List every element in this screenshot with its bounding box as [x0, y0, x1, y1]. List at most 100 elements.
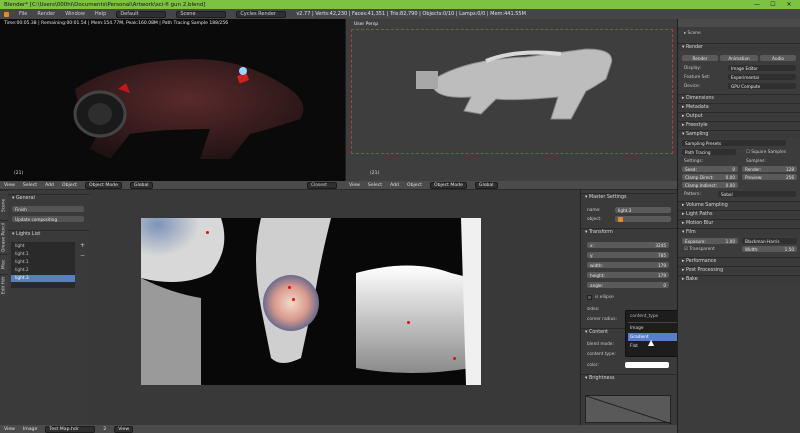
dropdown-option-flat[interactable]: Flat [630, 344, 638, 349]
menu-file[interactable]: File [19, 11, 27, 17]
tab-grease-pencil[interactable]: Grease Pencil [0, 220, 8, 254]
menu-add[interactable]: Add [45, 183, 54, 188]
exposure-field[interactable]: Exposure: 1.00 [682, 238, 738, 244]
light-marker[interactable] [292, 298, 295, 301]
menu-help[interactable]: Help [95, 11, 106, 17]
menu-select-right[interactable]: Select [368, 183, 382, 188]
menu-select[interactable]: Select [23, 183, 37, 188]
transform-header[interactable]: ▾ Transform [581, 228, 677, 236]
width-field[interactable]: width: 179 [587, 262, 669, 268]
dropdown-option-gradient[interactable]: Gradient [630, 335, 649, 340]
render-header[interactable]: ▾ Render [678, 43, 800, 51]
view-select[interactable]: View [114, 425, 134, 433]
angle-field[interactable]: angle: 0 [587, 282, 669, 288]
finish-button[interactable]: Finish [12, 206, 84, 212]
mode-select[interactable]: Object Mode [84, 181, 122, 189]
close-button[interactable]: ✕ [782, 0, 796, 9]
output-header[interactable]: ▸ Output [678, 112, 800, 120]
light-marker[interactable] [407, 321, 410, 324]
feature-set-select[interactable]: Experimental [728, 74, 796, 80]
maximize-button[interactable]: ☐ [766, 0, 780, 9]
post-processing-header[interactable]: ▸ Post Processing [678, 266, 800, 274]
lights-list[interactable]: light light.1 light.1 light.2 light.3 [11, 242, 75, 288]
dropdown-option-image[interactable]: Image [630, 326, 643, 331]
x-field[interactable]: x: 3245 [587, 242, 669, 248]
filter-width-field[interactable]: Width: 1.50 [742, 246, 797, 252]
menu-view-right[interactable]: View [349, 183, 360, 188]
image-select[interactable]: Test Map.hdr [45, 425, 96, 433]
layout-select[interactable]: Default [116, 10, 167, 18]
volume-sampling-header[interactable]: ▸ Volume Sampling [678, 201, 800, 209]
viewport-right[interactable]: User Persp (21) [345, 19, 677, 181]
is-ellipse-checkbox[interactable] [587, 295, 592, 300]
square-samples-checkbox[interactable]: ☐ Square Samples [746, 150, 786, 155]
scene-select[interactable]: Scene [176, 10, 227, 18]
viewport-left[interactable]: Time:00:05.38 | Remaining:00:01.54 | Mem… [0, 19, 345, 181]
path-tracing-select[interactable]: Path Tracing [682, 149, 736, 155]
seed-field[interactable]: Seed: 0 [682, 166, 738, 172]
menu-object-right[interactable]: Object [407, 183, 422, 188]
dimensions-header[interactable]: ▸ Dimensions [678, 94, 800, 102]
sampling-header[interactable]: ▾ Sampling [678, 130, 800, 138]
engine-select[interactable]: Cycles Render [236, 10, 287, 18]
clamp-direct-field[interactable]: Clamp Direct: 0.00 [682, 174, 738, 180]
bake-header[interactable]: ▸ Bake [678, 275, 800, 283]
menu-add-right[interactable]: Add [390, 183, 399, 188]
animation-button[interactable]: Animation [720, 55, 758, 61]
list-item[interactable]: light.2 [15, 268, 29, 273]
motion-blur-header[interactable]: ▸ Motion Blur [678, 219, 800, 227]
clamp-indirect-field[interactable]: Clamp Indirect: 0.00 [682, 182, 738, 188]
remove-light-icon[interactable]: − [80, 252, 85, 259]
menu-view-image[interactable]: View [4, 427, 15, 432]
menu-view[interactable]: View [4, 183, 15, 188]
y-field[interactable]: y: 785 [587, 252, 669, 258]
light-marker[interactable] [206, 231, 209, 234]
menu-object[interactable]: Object [62, 183, 77, 188]
device-select[interactable]: GPU Compute [728, 83, 796, 89]
light-marker[interactable] [453, 357, 456, 360]
tab-scene[interactable]: Scene [0, 190, 8, 220]
freestyle-header[interactable]: ▸ Freestyle [678, 121, 800, 129]
update-compositing-button[interactable]: Update compositing [12, 216, 84, 222]
general-header[interactable]: ▾ General [8, 194, 90, 202]
menu-render[interactable]: Render [37, 11, 55, 17]
color-swatch[interactable] [625, 362, 669, 368]
audio-button[interactable]: Audio [760, 55, 796, 61]
brightness-curve[interactable] [585, 395, 673, 425]
height-field[interactable]: height: 179 [587, 272, 669, 278]
add-light-icon[interactable]: + [80, 242, 85, 249]
render-button[interactable]: Render [682, 55, 718, 61]
minimize-button[interactable]: — [750, 0, 764, 9]
light-marker[interactable] [288, 286, 291, 289]
list-item[interactable]: light.3 [15, 276, 29, 281]
orientation-select-right[interactable]: Global [474, 181, 498, 189]
slot-number[interactable]: 2 [103, 427, 106, 432]
transparent-checkbox[interactable]: ☑ Transparent [684, 247, 715, 252]
orientation-select[interactable]: Global [129, 181, 153, 189]
lights-list-header[interactable]: ▾ Lights List [8, 230, 90, 238]
tab-misc[interactable]: Misc [0, 254, 8, 274]
metadata-header[interactable]: ▸ Metadata [678, 103, 800, 111]
image-editor[interactable] [90, 190, 580, 425]
list-item[interactable]: light [15, 244, 25, 249]
list-item[interactable]: light.1 [15, 260, 29, 265]
preview-samples-field[interactable]: Preview: 256 [742, 174, 797, 180]
name-field[interactable]: light.3 [615, 207, 671, 213]
master-settings-header[interactable]: ▾ Master Settings [581, 193, 677, 201]
render-samples-field[interactable]: Render: 128 [742, 166, 797, 172]
menu-window[interactable]: Window [65, 11, 85, 17]
tab-edit-hdr[interactable]: Edit Hdr [0, 274, 8, 296]
filter-type-select[interactable]: Blackman-Harris [742, 238, 797, 244]
brightness-header[interactable]: ▾ Brightness [581, 374, 677, 382]
performance-header[interactable]: ▸ Performance [678, 257, 800, 265]
sampling-presets-select[interactable]: Sampling Presets [682, 140, 786, 146]
pattern-select[interactable]: Sobol [718, 191, 796, 197]
mode-select-right[interactable]: Object Mode [429, 181, 467, 189]
list-item[interactable]: light.1 [15, 252, 29, 257]
film-header[interactable]: ▾ Film [678, 228, 800, 236]
object-field[interactable] [615, 216, 671, 222]
light-paths-header[interactable]: ▸ Light Paths [678, 210, 800, 218]
shading-select[interactable]: Closest [307, 182, 337, 189]
menu-image[interactable]: Image [23, 427, 37, 432]
display-select[interactable]: Image Editor [728, 65, 796, 71]
